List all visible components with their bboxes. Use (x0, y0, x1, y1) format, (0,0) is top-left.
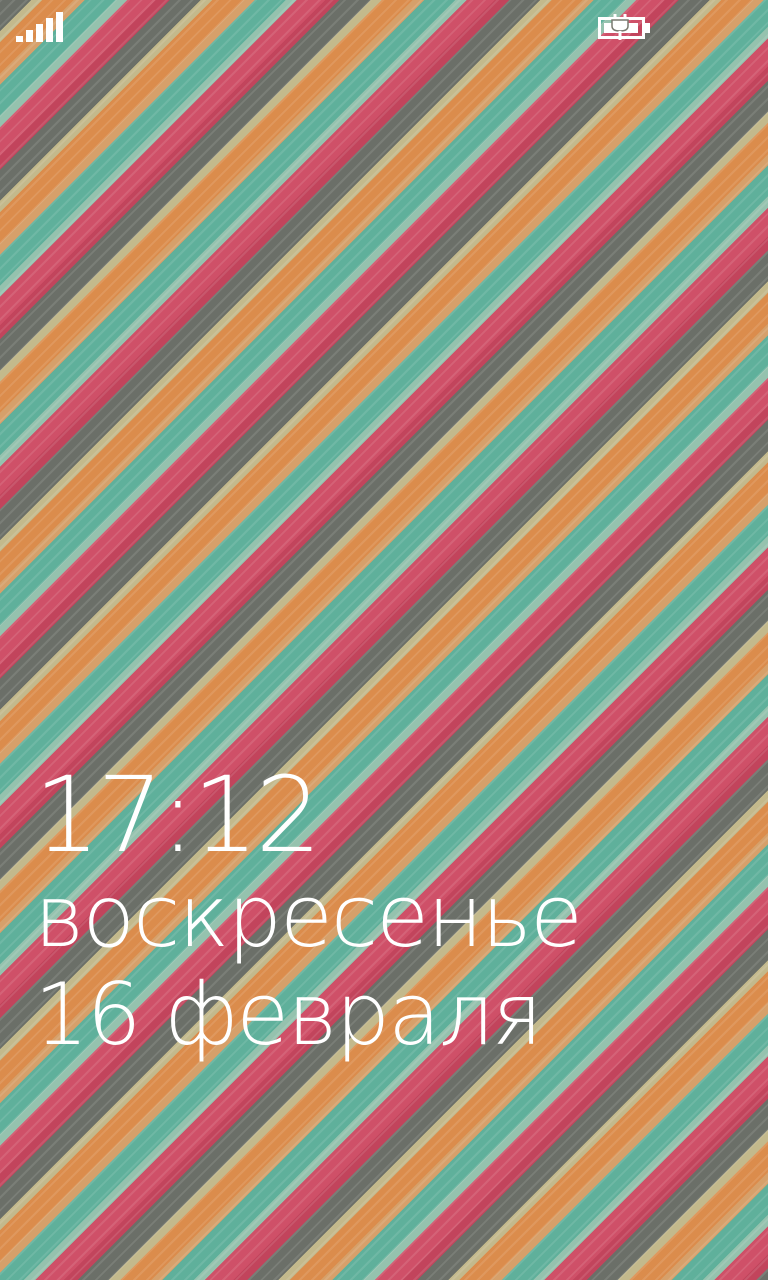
lock-screen-time: 17:12 (34, 754, 322, 876)
lock-screen-info: 17:12 воскресенье 16 февраля (34, 762, 754, 1064)
lock-screen-weekday: воскресенье (34, 867, 583, 967)
signal-strength-icon (16, 12, 63, 42)
status-bar (0, 0, 768, 48)
lock-screen-date: 16 февраля (34, 965, 543, 1065)
battery-charging-icon (598, 14, 650, 40)
lock-screen-wallpaper (0, 0, 768, 1280)
